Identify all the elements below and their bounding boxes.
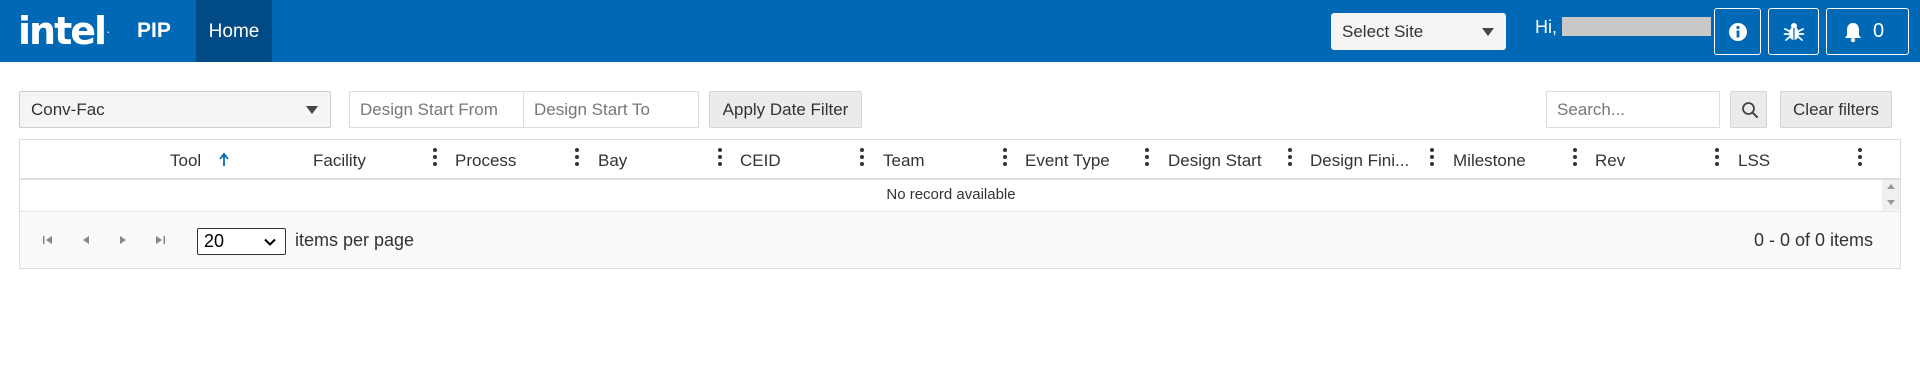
scroll-down-icon[interactable]	[1887, 200, 1895, 205]
column-label: Design Start	[1168, 151, 1262, 170]
bell-icon	[1845, 23, 1861, 43]
notifications-button[interactable]: 0	[1826, 8, 1909, 55]
column-label: Bay	[598, 151, 628, 170]
grid-header-row: Tool Facility Process Bay CEID Team Even…	[20, 140, 1900, 180]
caret-down-icon	[306, 106, 318, 114]
view-select-value: Conv-Fac	[31, 100, 105, 119]
clear-filters-button[interactable]: Clear filters	[1780, 91, 1892, 128]
column-menu-icon[interactable]	[857, 148, 867, 168]
column-menu-icon[interactable]	[1000, 148, 1010, 168]
caret-down-icon	[1482, 28, 1494, 36]
column-label: Milestone	[1453, 151, 1526, 170]
column-header-bay[interactable]: Bay	[598, 140, 740, 180]
apply-date-filter-button[interactable]: Apply Date Filter	[709, 91, 862, 128]
view-select-dropdown[interactable]: Conv-Fac	[19, 91, 331, 128]
column-header-milestone[interactable]: Milestone	[1453, 140, 1595, 180]
chevron-down-icon	[264, 238, 276, 246]
column-header-design-finish[interactable]: Design Fini...	[1310, 140, 1453, 180]
column-label: Tool	[170, 151, 202, 170]
site-select-dropdown[interactable]: Select Site	[1331, 13, 1506, 50]
grid-body: No record available	[20, 180, 1882, 210]
previous-page-icon[interactable]	[78, 232, 94, 248]
column-menu-icon[interactable]	[572, 148, 582, 168]
info-icon	[1729, 23, 1747, 41]
column-label: Design Fini...	[1310, 151, 1410, 170]
column-header-process[interactable]: Process	[455, 140, 598, 180]
info-button[interactable]	[1714, 8, 1761, 55]
pager-range-info: 0 - 0 of 0 items	[1753, 230, 1873, 250]
column-label: Event Type	[1025, 151, 1110, 170]
column-header-ceid[interactable]: CEID	[740, 140, 883, 180]
column-menu-icon[interactable]	[430, 148, 440, 168]
user-greeting: Hi,	[1535, 17, 1557, 37]
empty-message: No record available	[886, 186, 1016, 203]
column-menu-icon[interactable]	[1285, 148, 1295, 168]
intel-logo[interactable]: intel.	[18, 8, 110, 54]
column-header-event-type[interactable]: Event Type	[1025, 140, 1168, 180]
column-label: Facility	[313, 151, 366, 170]
search-icon	[1742, 102, 1758, 118]
page-size-select[interactable]: 20	[197, 228, 286, 255]
items-per-page-label: items per page	[295, 230, 415, 250]
column-menu-icon[interactable]	[1570, 148, 1580, 168]
column-label: Process	[455, 151, 517, 170]
design-start-to-input[interactable]: Design Start To	[523, 91, 699, 128]
column-menu-icon[interactable]	[1712, 148, 1722, 168]
column-label: Rev	[1595, 151, 1626, 170]
design-start-from-input[interactable]: Design Start From	[349, 91, 524, 128]
column-menu-icon[interactable]	[1427, 148, 1437, 168]
bug-icon	[1783, 23, 1805, 41]
first-page-icon[interactable]	[40, 232, 56, 248]
pager: 20 items per page 0 - 0 of 0 items	[20, 211, 1900, 268]
column-header-tool[interactable]: Tool	[170, 140, 290, 180]
column-menu-icon[interactable]	[1142, 148, 1152, 168]
column-header-team[interactable]: Team	[883, 140, 1025, 180]
scroll-up-icon[interactable]	[1887, 184, 1895, 189]
next-page-icon[interactable]	[115, 232, 131, 248]
logo-text: intel	[18, 9, 107, 53]
column-menu-icon[interactable]	[715, 148, 725, 168]
tab-home[interactable]: Home	[196, 0, 272, 62]
last-page-icon[interactable]	[152, 232, 168, 248]
site-select-label: Select Site	[1342, 22, 1424, 41]
column-label: CEID	[740, 151, 781, 170]
sort-ascending-icon	[219, 152, 229, 166]
search-input[interactable]: Search...	[1546, 91, 1720, 128]
app-name: PIP	[137, 19, 171, 42]
column-header-lss[interactable]: LSS	[1738, 140, 1880, 180]
column-menu-icon[interactable]	[1855, 148, 1865, 168]
user-name-redacted	[1562, 17, 1711, 36]
logo-mark: .	[107, 27, 110, 35]
search-button[interactable]	[1730, 91, 1767, 128]
report-bug-button[interactable]	[1768, 8, 1819, 55]
column-header-design-start[interactable]: Design Start	[1168, 140, 1310, 180]
page-size-value: 20	[204, 231, 225, 251]
column-label: LSS	[1738, 151, 1771, 170]
vertical-scrollbar[interactable]	[1882, 180, 1900, 210]
column-header-rev[interactable]: Rev	[1595, 140, 1738, 180]
top-navigation-bar: intel. PIP Home Select Site Hi, 0	[0, 0, 1920, 62]
notification-count: 0	[1873, 20, 1885, 42]
column-header-facility[interactable]: Facility	[313, 140, 455, 180]
column-label: Team	[883, 151, 925, 170]
data-grid: Tool Facility Process Bay CEID Team Even…	[19, 139, 1901, 269]
